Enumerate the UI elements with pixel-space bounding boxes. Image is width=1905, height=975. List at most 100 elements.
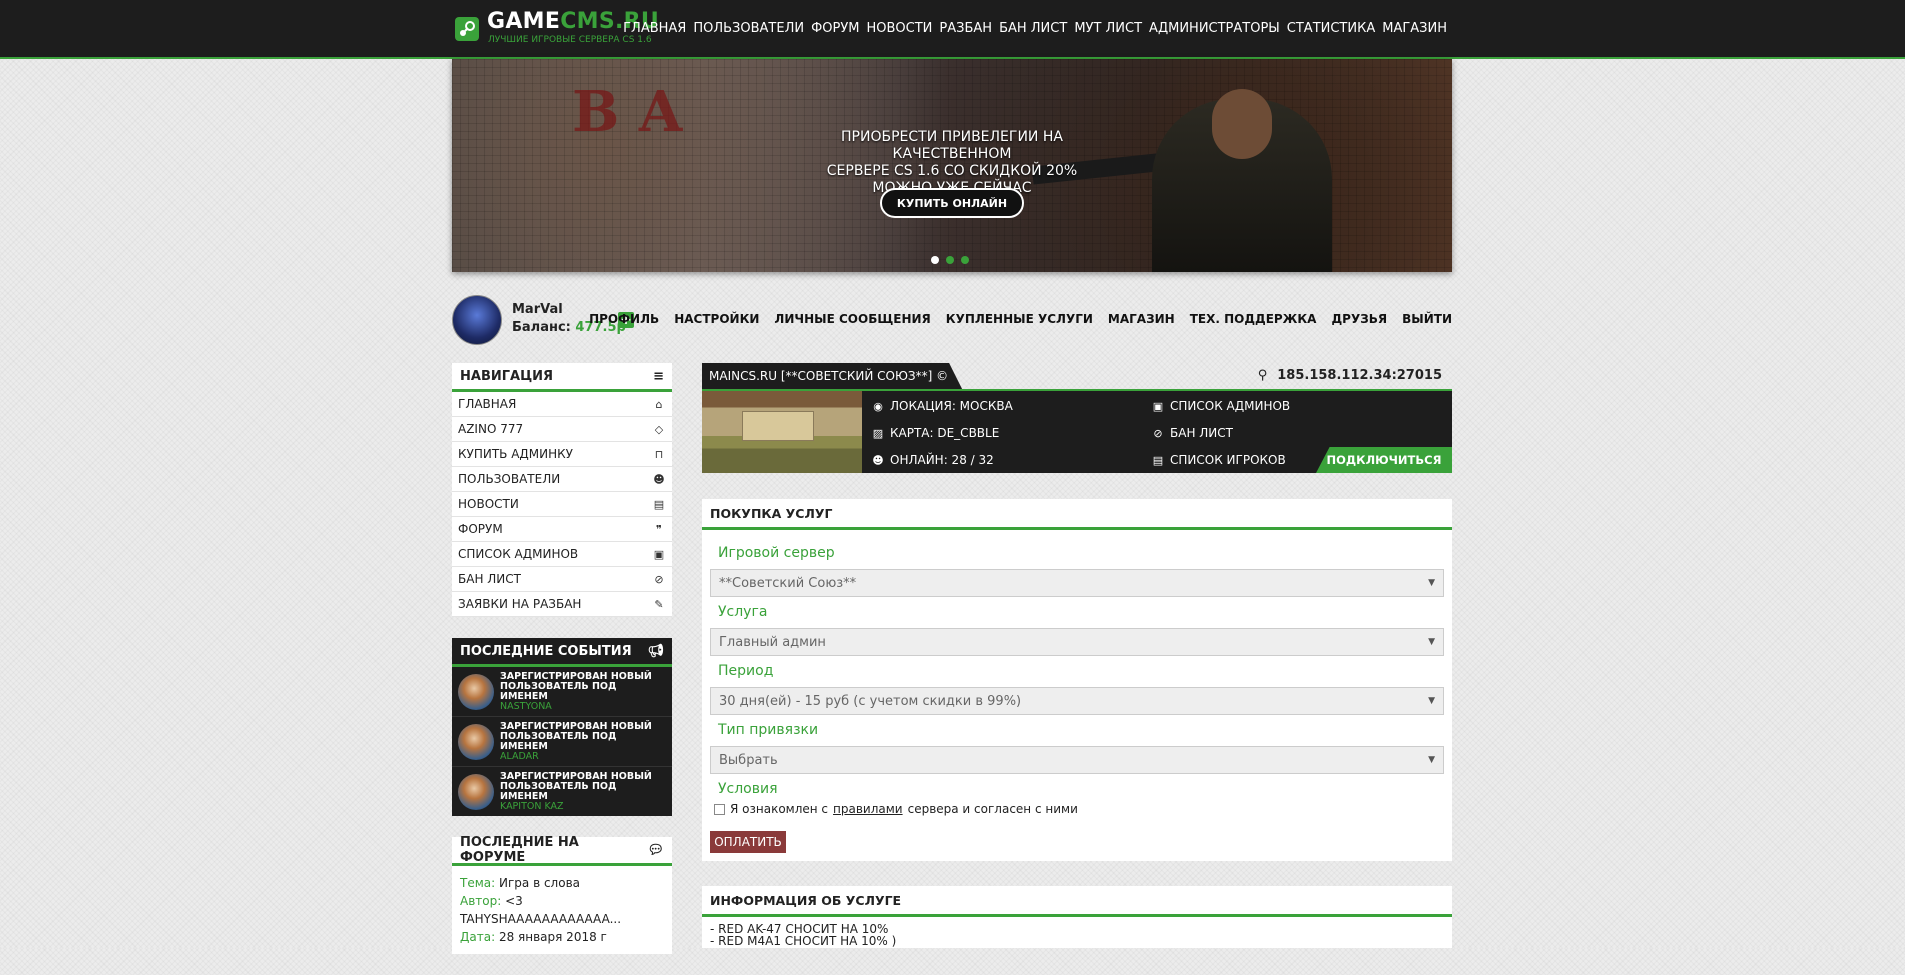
purchase-title: ПОКУПКА УСЛУГ — [702, 499, 1452, 530]
sidebar-item-azino[interactable]: AZINO 777 ◇ — [452, 417, 672, 442]
server-players-link[interactable]: ▤ СПИСОК ИГРОКОВ — [1152, 453, 1286, 467]
nav-stats[interactable]: СТАТИСТИКА — [1287, 21, 1375, 36]
forum-header: ПОСЛЕДНИЕ НА ФОРУМЕ 💬︎ — [452, 835, 672, 866]
avatar — [458, 773, 494, 810]
map-preview — [702, 391, 862, 473]
server-header: MAINCS.RU [**СОВЕТСКИЙ СОЮЗ**] © ⚲ 185.15… — [702, 363, 1452, 389]
main-nav: ГЛАВНАЯ ПОЛЬЗОВАТЕЛИ ФОРУМ НОВОСТИ РАЗБА… — [623, 21, 1447, 36]
sidebar-item-banlist[interactable]: БАН ЛИСТ ⊘ — [452, 567, 672, 592]
chevron-down-icon: ▼ — [1428, 696, 1435, 706]
comment-icon: 💬︎ — [647, 842, 664, 858]
navigation-header: НАВИГАЦИЯ ≡ — [452, 363, 672, 392]
server-select-label: Игровой сервер — [718, 545, 835, 561]
top-bar: GAMECMS.RU ЛУЧШИЕ ИГРОВЫЕ СЕРВЕРА CS 1.6… — [0, 0, 1905, 59]
server-location: ◉ ЛОКАЦИЯ: МОСКВА — [873, 399, 1013, 413]
user-menu-friends[interactable]: ДРУЗЬЯ — [1331, 312, 1387, 326]
list-icon: ▤ — [1152, 453, 1164, 467]
sidebar-item-users[interactable]: ПОЛЬЗОВАТЕЛИ ☻ — [452, 467, 672, 492]
sidebar: НАВИГАЦИЯ ≡ ГЛАВНАЯ ⌂ AZINO 777 ◇ КУПИТЬ А… — [452, 363, 672, 975]
steam-icon — [455, 17, 479, 41]
sidebar-item-buy-admin[interactable]: КУПИТЬ АДМИНКУ ⊓ — [452, 442, 672, 467]
user-menu-settings[interactable]: НАСТРОЙКИ — [674, 312, 759, 326]
nav-news[interactable]: НОВОСТИ — [867, 21, 933, 36]
pay-button[interactable]: ОПЛАТИТЬ — [710, 831, 786, 853]
terms-checkbox[interactable] — [714, 803, 725, 815]
banner-graffiti: B A — [572, 79, 683, 145]
server-card: MAINCS.RU [**СОВЕТСКИЙ СОЮЗ**] © ⚲ 185.15… — [702, 363, 1452, 473]
megaphone-icon: 📢︎ — [647, 643, 664, 659]
chevron-down-icon: ▼ — [1428, 578, 1435, 588]
ban-icon: ⊘ — [1153, 426, 1163, 440]
binding-select-label: Тип привязки — [718, 722, 819, 738]
sidebar-item-news[interactable]: НОВОСТИ ▤ — [452, 492, 672, 517]
sidebar-item-home[interactable]: ГЛАВНАЯ ⌂ — [452, 392, 672, 417]
menu-icon[interactable]: ≡ — [653, 369, 664, 384]
user-menu-logout[interactable]: ВЫЙТИ — [1402, 312, 1452, 326]
edit-icon: ✎ — [654, 597, 664, 611]
nav-mutelist[interactable]: МУТ ЛИСТ — [1074, 21, 1142, 36]
chat-icon: ❞ — [656, 522, 662, 536]
cart-icon: ⊓ — [654, 447, 664, 461]
globe-icon: ◉ — [873, 399, 883, 413]
list-item[interactable]: ЗАРЕГИСТРИРОВАН НОВЫЙ ПОЛЬЗОВАТЕЛЬ ПОД И… — [452, 717, 672, 767]
sidebar-item-unban-requests[interactable]: ЗАЯВКИ НА РАЗБАН ✎ — [452, 592, 672, 617]
list-item[interactable]: ЗАРЕГИСТРИРОВАН НОВЫЙ ПОЛЬЗОВАТЕЛЬ ПОД И… — [452, 667, 672, 717]
banner-text: ПРИОБРЕСТИ ПРИВЕЛЕГИИ НА КАЧЕСТВЕННОМ СЕ… — [826, 129, 1078, 196]
nav-admins[interactable]: АДМИНИСТРАТОРЫ — [1149, 21, 1280, 36]
id-card-icon: ▣ — [1152, 399, 1164, 413]
users-icon: ☻ — [872, 453, 884, 467]
image-icon: ▨ — [872, 426, 884, 440]
chevron-down-icon: ▼ — [1428, 755, 1435, 765]
nav-shop[interactable]: МАГАЗИН — [1382, 21, 1447, 36]
user-menu-support[interactable]: ТЕХ. ПОДДЕРЖКА — [1190, 312, 1317, 326]
connect-button[interactable]: ПОДКЛЮЧИТЬСЯ — [1316, 447, 1452, 473]
id-card-icon: ▣ — [653, 547, 665, 561]
sidebar-item-forum[interactable]: ФОРУМ ❞ — [452, 517, 672, 542]
sidebar-item-admins[interactable]: СПИСОК АДМИНОВ ▣ — [452, 542, 672, 567]
service-info: ИНФОРМАЦИЯ ОБ УСЛУГЕ - RED AK-47 СНОСИТ … — [702, 886, 1452, 948]
navigation-panel: НАВИГАЦИЯ ≡ ГЛАВНАЯ ⌂ AZINO 777 ◇ КУПИТЬ А… — [452, 363, 672, 617]
purchase-form: ПОКУПКА УСЛУГ Игровой сервер **Советский… — [702, 499, 1452, 861]
avatar[interactable] — [452, 295, 502, 345]
events-header: ПОСЛЕДНИЕ СОБЫТИЯ 📢︎ — [452, 638, 672, 667]
promo-banner: B A ПРИОБРЕСТИ ПРИВЕЛЕГИИ НА КАЧЕСТВЕННО… — [452, 59, 1452, 272]
username[interactable]: MarVal — [512, 302, 563, 317]
nav-banlist[interactable]: БАН ЛИСТ — [999, 21, 1067, 36]
server-banlist-link[interactable]: ⊘ БАН ЛИСТ — [1152, 426, 1233, 440]
period-select[interactable]: 30 дня(ей) - 15 руб (с учетом скидки в 9… — [710, 687, 1444, 715]
service-info-line: - RED M4A1 СНОСИТ НА 10% ) — [710, 934, 897, 948]
terms-row: Я ознакомлен с правилами сервера и согла… — [714, 802, 1078, 816]
service-info-title: ИНФОРМАЦИЯ ОБ УСЛУГЕ — [702, 886, 1452, 917]
events-panel: ПОСЛЕДНИЕ СОБЫТИЯ 📢︎ ЗАРЕГИСТРИРОВАН НОВ… — [452, 638, 672, 816]
user-menu-shop[interactable]: МАГАЗИН — [1108, 312, 1175, 326]
nav-home[interactable]: ГЛАВНАЯ — [623, 21, 686, 36]
ban-icon: ⊘ — [654, 572, 664, 586]
nav-forum[interactable]: ФОРУМ — [811, 21, 859, 36]
binding-select[interactable]: Выбрать ▼ — [710, 746, 1444, 774]
slider-dot-1[interactable] — [931, 256, 939, 264]
list-item[interactable]: ЗАРЕГИСТРИРОВАН НОВЫЙ ПОЛЬЗОВАТЕЛЬ ПОД И… — [452, 767, 672, 816]
service-select[interactable]: Главный админ ▼ — [710, 628, 1444, 656]
server-ip[interactable]: ⚲ 185.158.112.34:27015 — [1258, 368, 1442, 383]
terms-label: Условия — [718, 781, 778, 797]
slider-dot-2[interactable] — [946, 256, 954, 264]
slider-dot-3[interactable] — [961, 256, 969, 264]
user-menu-profile[interactable]: ПРОФИЛЬ — [589, 312, 659, 326]
nav-unban[interactable]: РАЗБАН — [939, 21, 992, 36]
rules-link[interactable]: правилами — [833, 802, 903, 816]
nav-users[interactable]: ПОЛЬЗОВАТЕЛИ — [693, 21, 804, 36]
server-admins-link[interactable]: ▣ СПИСОК АДМИНОВ — [1152, 399, 1290, 413]
buy-online-button[interactable]: КУПИТЬ ОНЛАЙН — [880, 188, 1024, 218]
user-menu-messages[interactable]: ЛИЧНЫЕ СООБЩЕНИЯ — [774, 312, 930, 326]
user-bar: MarVal Баланс: 477.5р + ПРОФИЛЬ НАСТРОЙК… — [452, 293, 1452, 345]
chevron-down-icon: ▼ — [1428, 637, 1435, 647]
period-select-label: Период — [718, 663, 774, 679]
server-select[interactable]: **Советский Союз** ▼ — [710, 569, 1444, 597]
forum-panel: ПОСЛЕДНИЕ НА ФОРУМЕ 💬︎ Тема: Игра в слов… — [452, 835, 672, 954]
logo-subtitle: ЛУЧШИЕ ИГРОВЫЕ СЕРВЕРА CS 1.6 — [488, 35, 652, 45]
user-menu-purchased[interactable]: КУПЛЕННЫЕ УСЛУГИ — [946, 312, 1093, 326]
banner-soldier — [1152, 89, 1332, 272]
home-icon: ⌂ — [655, 397, 663, 411]
slider-dots — [931, 256, 969, 264]
forum-latest[interactable]: Тема: Игра в слова Автор: <3 TAHYSHAAAAA… — [452, 866, 672, 954]
